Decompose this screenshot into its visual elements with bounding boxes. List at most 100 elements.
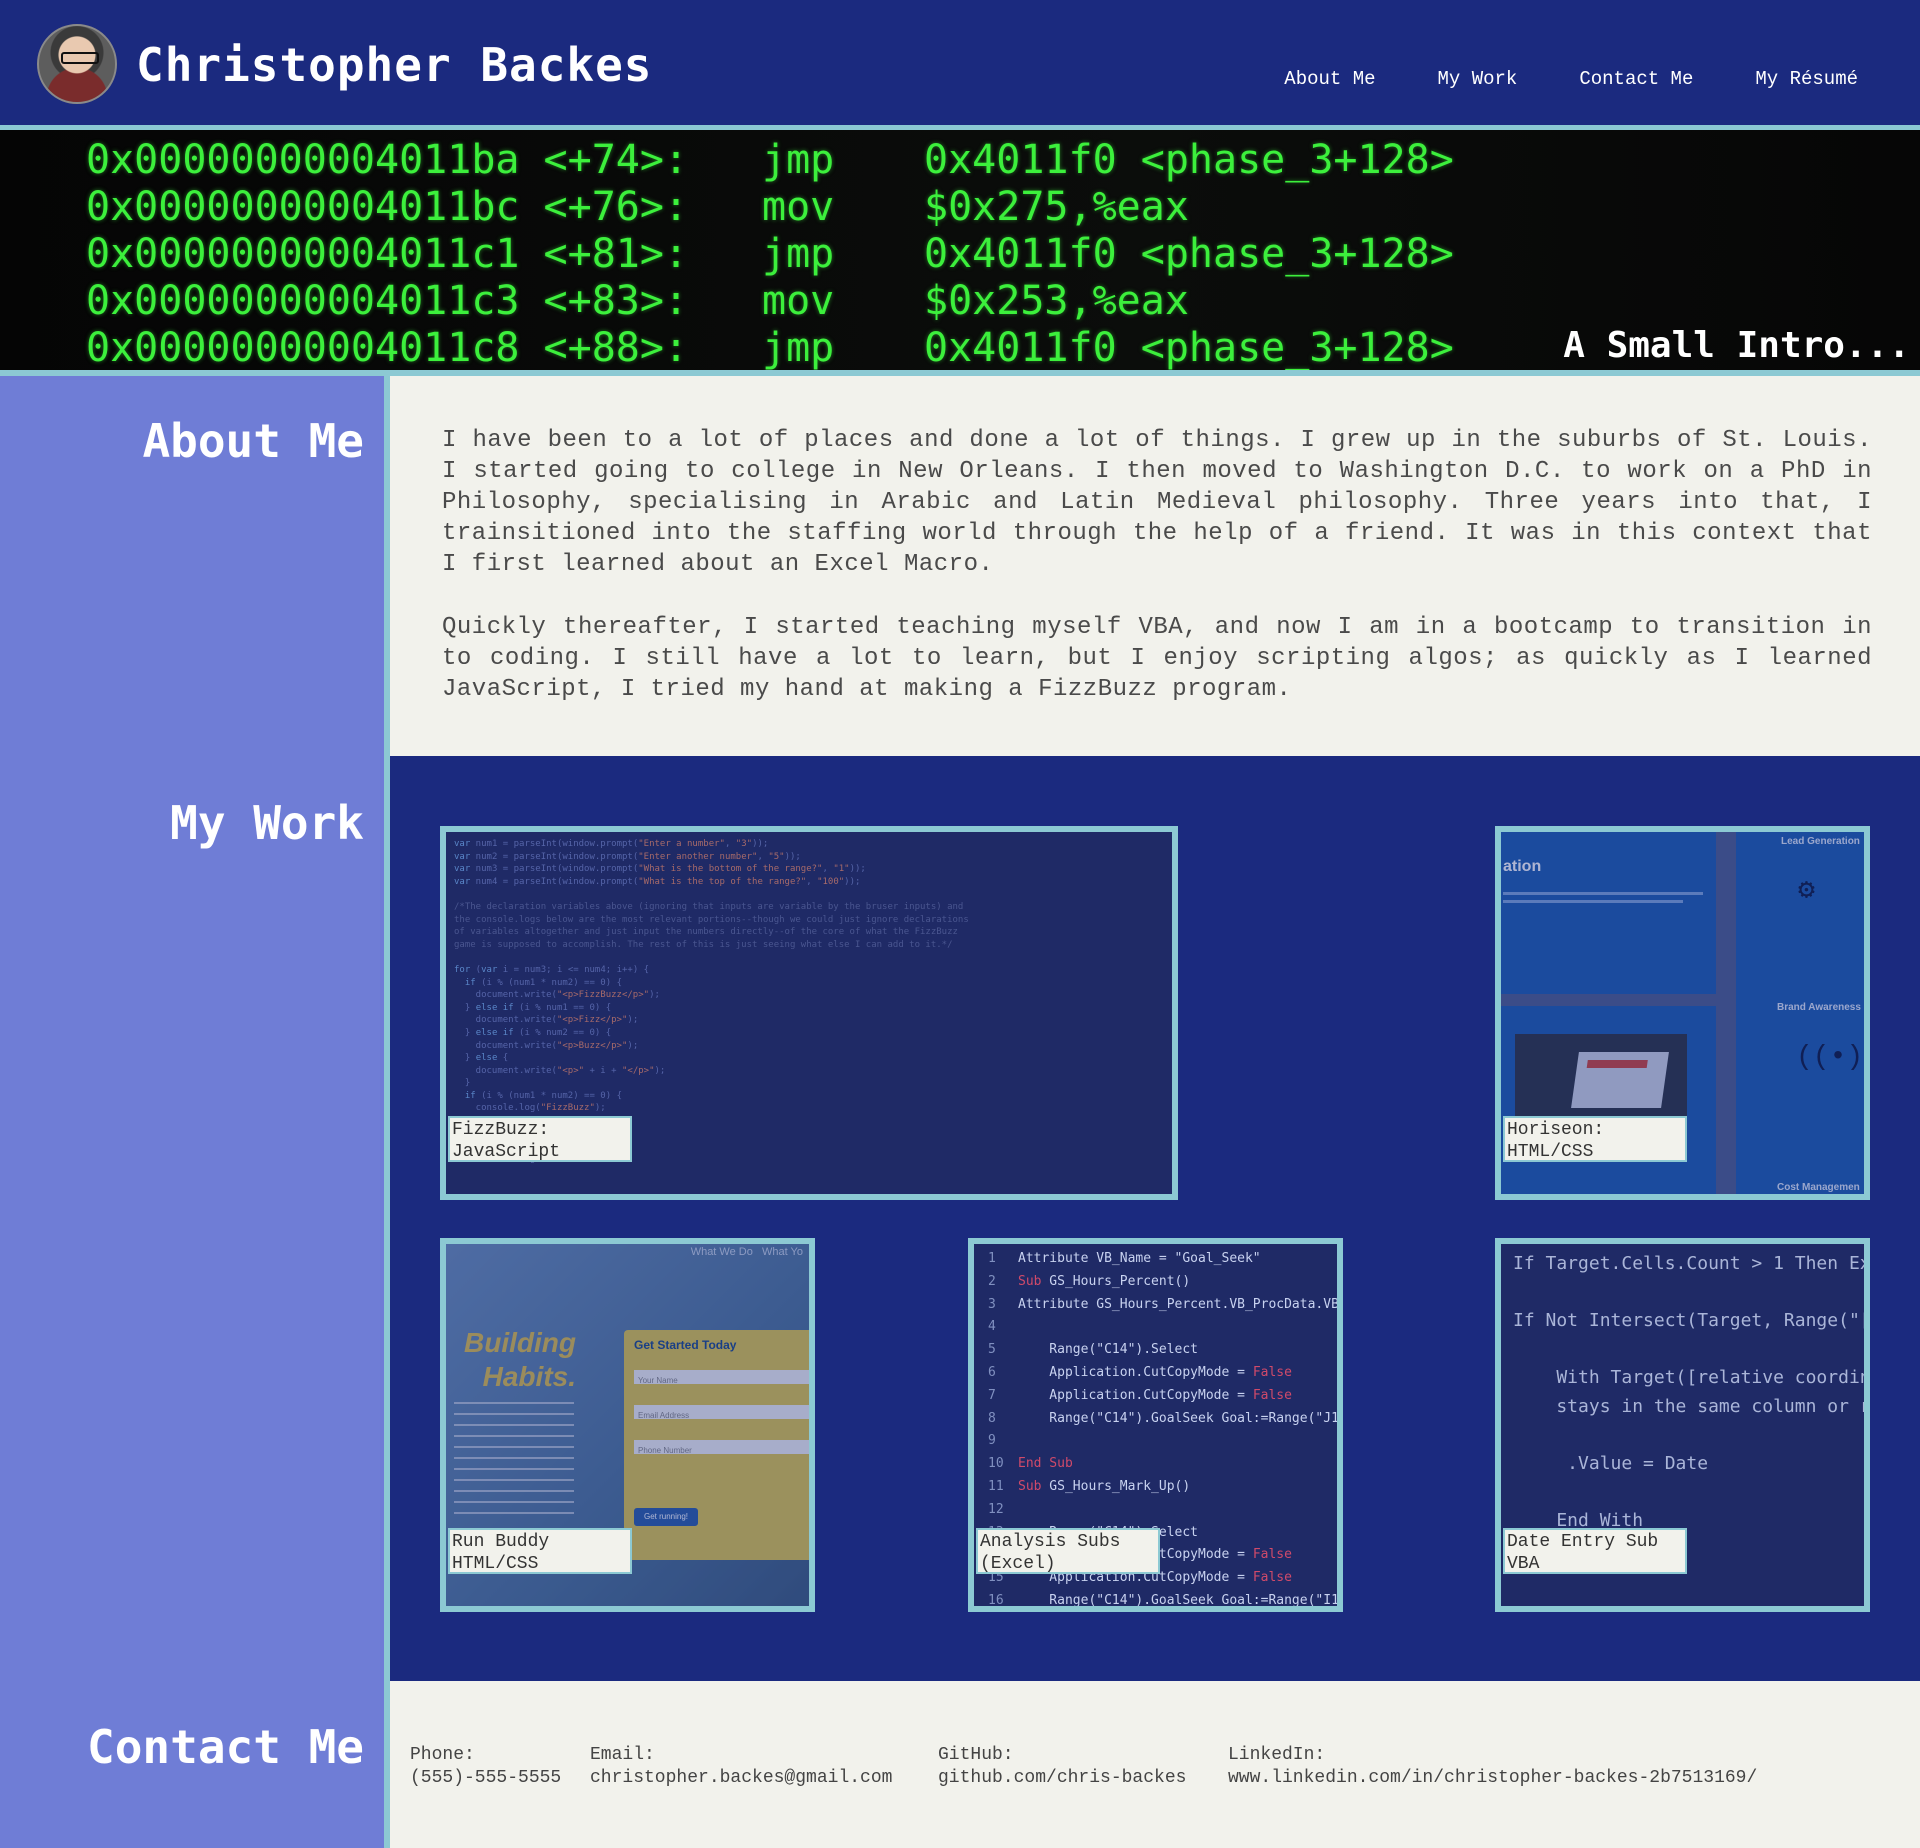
project-subtitle: (Excel) bbox=[980, 1554, 1056, 1574]
work-section: var num1 = parseInt(window.prompt("Enter… bbox=[390, 756, 1920, 1681]
project-card-fizzbuzz[interactable]: var num1 = parseInt(window.prompt("Enter… bbox=[440, 826, 1178, 1200]
code-op: jmp bbox=[762, 136, 835, 183]
code-line: If Target.Cells.Count > 1 Then Ex bbox=[1513, 1253, 1870, 1274]
code-line: 0x00000000004011c1 <+81>: jmp 0x4011f0 <ph… bbox=[86, 230, 1454, 277]
nav-about-me[interactable]: About Me bbox=[1284, 68, 1375, 90]
project-title: FizzBuzz: bbox=[452, 1120, 550, 1140]
code-address: 0x00000000004011c3 <+83>: bbox=[86, 277, 689, 324]
code-line: 10 End Sub bbox=[988, 1453, 1337, 1476]
line-number: 1 bbox=[988, 1251, 996, 1266]
code-boolean: False bbox=[1252, 1387, 1292, 1403]
project-caption: Run Buddy HTML/CSS bbox=[448, 1528, 632, 1574]
line-number: 12 bbox=[988, 1501, 1004, 1517]
code-text: Application.CutCopyMode = bbox=[1018, 1387, 1253, 1403]
contact-value[interactable]: www.linkedin.com/in/christopher-backes-2… bbox=[1228, 1767, 1757, 1790]
project-title: Run Buddy bbox=[452, 1532, 550, 1552]
code-arg: 0x4011f0 <phase_3+128> bbox=[924, 136, 1454, 183]
contact-value[interactable]: github.com/chris-backes bbox=[938, 1767, 1186, 1790]
line-number: 9 bbox=[988, 1433, 996, 1449]
code-text: Attribute GS_Hours_Percent.VB_ProcData.V… bbox=[1018, 1296, 1343, 1312]
project-caption: FizzBuzz: JavaScript bbox=[448, 1116, 632, 1162]
code-line: 3 Attribute GS_Hours_Percent.VB_ProcData.… bbox=[988, 1294, 1343, 1317]
line-number: 10 bbox=[988, 1456, 1004, 1472]
contact-linkedin: LinkedIn: www.linkedin.com/in/christophe… bbox=[1228, 1744, 1757, 1790]
code-text: Attribute VB_Name = "Goal_Seek" bbox=[1018, 1251, 1261, 1266]
contact-heading: Contact Me bbox=[87, 1720, 364, 1774]
code-op: mov bbox=[762, 183, 835, 230]
contact-label: Phone: bbox=[410, 1745, 475, 1765]
code-line: 0x00000000004011ba <+74>: jmp 0x4011f0 <ph… bbox=[86, 136, 1454, 183]
code-arg: 0x4011f0 <phase_3+128> bbox=[924, 230, 1454, 277]
code-op: mov bbox=[762, 277, 835, 324]
nav-contact-me[interactable]: Contact Me bbox=[1579, 68, 1693, 90]
line-number: 2 bbox=[988, 1273, 996, 1289]
line-number: 7 bbox=[988, 1387, 996, 1403]
project-caption: Horiseon: HTML/CSS bbox=[1503, 1116, 1687, 1162]
code-line: 9 bbox=[988, 1430, 1337, 1453]
line-number: 3 bbox=[988, 1296, 996, 1312]
code-text: Range("C14").GoalSeek Goal:=Range("J1 bbox=[1018, 1410, 1339, 1426]
project-card-horiseon[interactable]: ation Lead Generation ⚙ Brand Awareness … bbox=[1495, 826, 1870, 1200]
project-title: Horiseon: bbox=[1507, 1120, 1605, 1140]
code-text: Range("C14").GoalSeek Goal:=Range("I1 bbox=[1018, 1592, 1339, 1608]
project-caption: Date Entry Sub VBA bbox=[1503, 1528, 1687, 1574]
hero-banner: 0x00000000004011ba <+74>: jmp 0x4011f0 <ph… bbox=[0, 130, 1920, 376]
code-boolean: False bbox=[1252, 1547, 1292, 1563]
code-text: GS_Hours_Percent() bbox=[1041, 1273, 1191, 1289]
contact-value[interactable]: christopher.backes@gmail.com bbox=[590, 1767, 892, 1790]
code-text: GS_Hours_Mark_Up() bbox=[1041, 1478, 1191, 1494]
project-title: Analysis Subs bbox=[980, 1532, 1121, 1552]
code-text: Application.CutCopyMode = bbox=[1018, 1364, 1253, 1380]
code-line: .Value = Date bbox=[1513, 1452, 1709, 1474]
code-line: 2 Sub GS_Hours_Percent() bbox=[988, 1271, 1337, 1294]
code-keyword: Sub bbox=[1018, 1478, 1042, 1494]
code-address: 0x00000000004011c1 <+81>: bbox=[86, 230, 689, 277]
project-title: Date Entry Sub bbox=[1507, 1532, 1659, 1552]
line-number: 16 bbox=[988, 1592, 1004, 1608]
project-subtitle: HTML/CSS bbox=[452, 1554, 539, 1574]
project-card-run-buddy[interactable]: What We Do What Yo Building Habits. Get S… bbox=[440, 1238, 815, 1612]
code-arg: $0x275,%eax bbox=[924, 183, 1189, 230]
about-section: I have been to a lot of places and done … bbox=[390, 376, 1920, 756]
contact-value[interactable]: (555)-555-5555 bbox=[410, 1767, 561, 1790]
site-title: Christopher Backes bbox=[136, 38, 653, 92]
code-keyword: End Sub bbox=[1018, 1456, 1073, 1472]
code-line: 0x00000000004011c8 <+88>: jmp 0x4011f0 <ph… bbox=[86, 324, 1454, 371]
code-line: 11 Sub GS_Hours_Mark_Up() bbox=[988, 1476, 1337, 1499]
code-line: 5 Range("C14").Select bbox=[988, 1339, 1337, 1362]
about-paragraph: Quickly thereafter, I started teaching m… bbox=[442, 614, 1872, 703]
contact-section: Phone: (555)-555-5555 Email: christopher… bbox=[390, 1681, 1920, 1848]
code-keyword: Sub bbox=[1018, 1273, 1042, 1289]
code-line: With Target([relative coordin bbox=[1513, 1367, 1870, 1388]
code-thumbnail-text: If Target.Cells.Count > 1 Then Ex If Not… bbox=[1513, 1250, 1870, 1564]
site-header: Christopher Backes About Me My Work Cont… bbox=[0, 0, 1920, 130]
contact-label: LinkedIn: bbox=[1228, 1745, 1326, 1765]
project-subtitle: VBA bbox=[1507, 1554, 1540, 1574]
line-number: 4 bbox=[988, 1319, 996, 1335]
code-line: 4 bbox=[988, 1316, 1337, 1339]
avatar-glasses bbox=[61, 52, 99, 64]
code-boolean: False bbox=[1252, 1364, 1292, 1380]
code-line: 1 Attribute VB_Name = "Goal_Seek" bbox=[988, 1248, 1337, 1271]
code-line: 7 Application.CutCopyMode = False bbox=[988, 1385, 1337, 1408]
about-heading: About Me bbox=[142, 414, 364, 468]
code-address: 0x00000000004011bc <+76>: bbox=[86, 183, 689, 230]
code-line: 16 Range("C14").GoalSeek Goal:=Range("I1 bbox=[988, 1590, 1339, 1608]
nav-my-resume[interactable]: My Résumé bbox=[1755, 68, 1858, 90]
project-card-date-entry[interactable]: If Target.Cells.Count > 1 Then Ex If Not… bbox=[1495, 1238, 1870, 1612]
line-number: 11 bbox=[988, 1478, 1004, 1494]
nav-my-work[interactable]: My Work bbox=[1438, 68, 1518, 90]
code-address: 0x00000000004011ba <+74>: bbox=[86, 136, 689, 183]
code-line: stays in the same column or r bbox=[1513, 1395, 1870, 1417]
project-card-analysis-subs[interactable]: 1 Attribute VB_Name = "Goal_Seek" 2 Sub GS_… bbox=[968, 1238, 1343, 1612]
hero-tagline: A Small Intro... bbox=[1563, 325, 1910, 366]
code-line: 0x00000000004011bc <+76>: mov $0x275,%eax bbox=[86, 183, 1454, 230]
work-heading: My Work bbox=[170, 796, 364, 850]
assembly-code: 0x00000000004011ba <+74>: jmp 0x4011f0 <ph… bbox=[86, 136, 1454, 371]
code-line: 12 bbox=[988, 1499, 1337, 1522]
code-boolean: False bbox=[1252, 1570, 1292, 1586]
code-address: 0x00000000004011c8 <+88>: bbox=[86, 324, 689, 371]
